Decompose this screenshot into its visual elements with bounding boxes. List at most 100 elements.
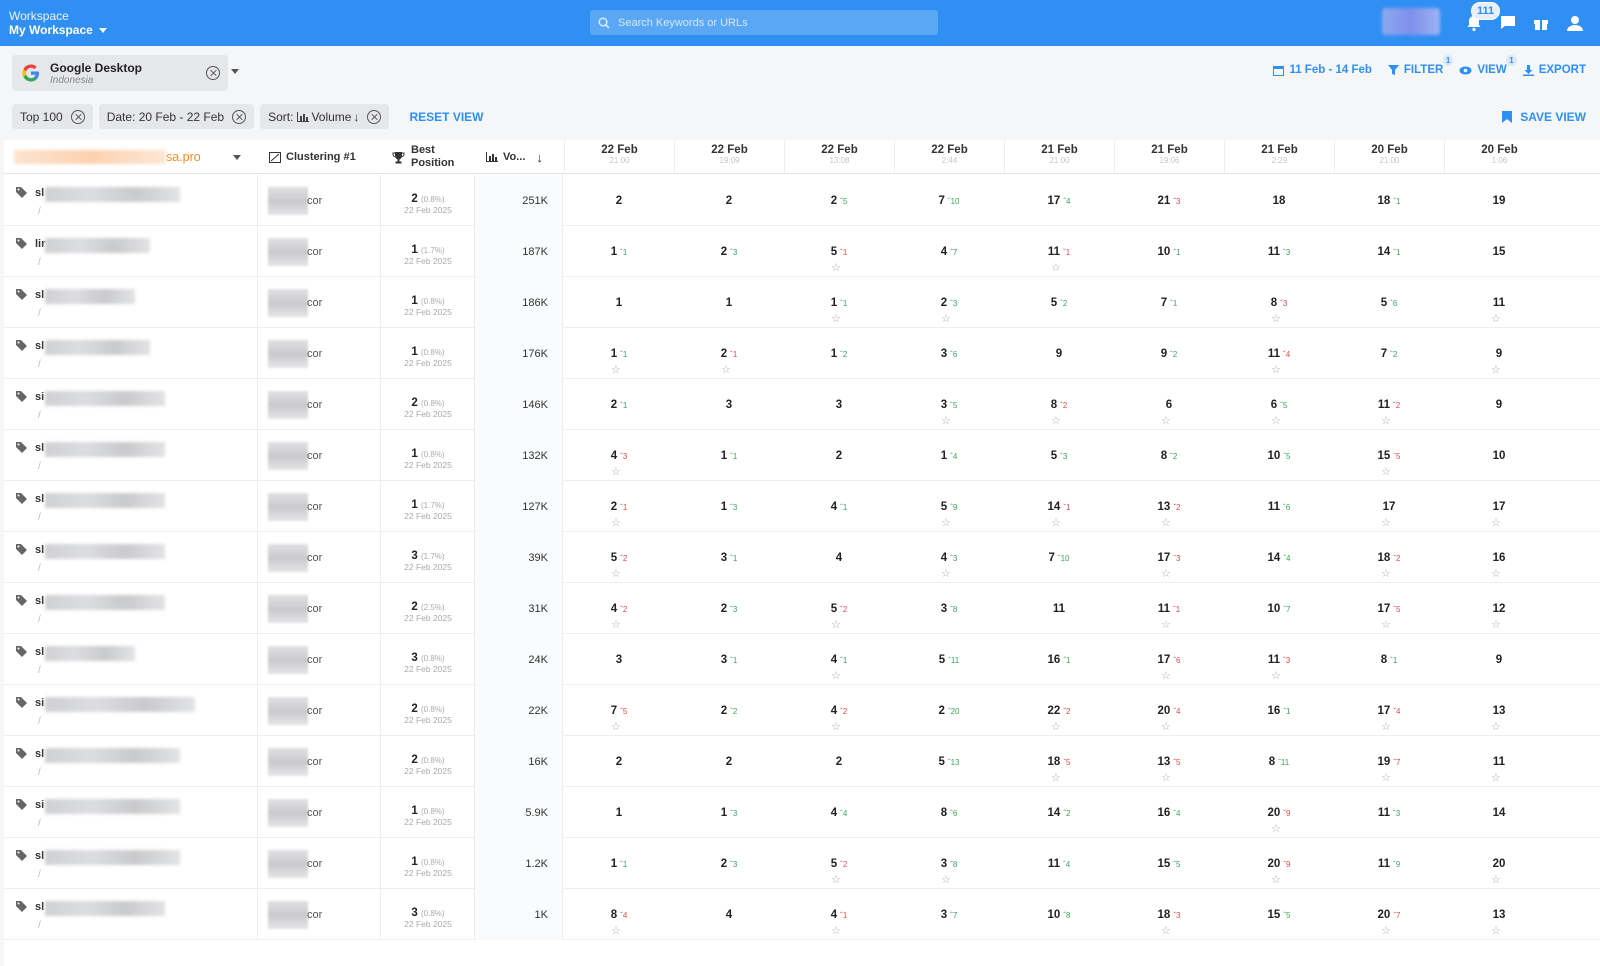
chat-icon[interactable] bbox=[1498, 13, 1518, 33]
position-cell[interactable]: 15 ˆ5 bbox=[1114, 838, 1224, 889]
position-cell[interactable]: 13 ☆ bbox=[1444, 685, 1554, 736]
position-cell[interactable]: 11 ˆ4 bbox=[1004, 838, 1114, 889]
position-cell[interactable]: 5 ˇ2 ☆ bbox=[564, 532, 674, 583]
star-icon[interactable]: ☆ bbox=[1051, 720, 1061, 733]
position-cell[interactable]: 5 ˆ2 bbox=[1004, 277, 1114, 328]
position-cell[interactable]: 18 ˇ2 ☆ bbox=[1334, 532, 1444, 583]
tag-icon[interactable] bbox=[16, 697, 27, 708]
star-icon[interactable]: ☆ bbox=[1491, 771, 1501, 784]
position-cell[interactable]: 20 ˇ7 ☆ bbox=[1334, 889, 1444, 940]
keyword-cell[interactable]: sl / bbox=[4, 175, 258, 226]
star-icon[interactable]: ☆ bbox=[1271, 822, 1281, 835]
position-cell[interactable]: 13 ☆ bbox=[1444, 889, 1554, 940]
star-icon[interactable]: ☆ bbox=[1381, 414, 1391, 427]
position-cell[interactable]: 4 ˆ4 bbox=[784, 787, 894, 838]
keyword-cell[interactable]: sl / bbox=[4, 838, 258, 889]
search-input[interactable] bbox=[618, 16, 918, 29]
position-cell[interactable]: 3 bbox=[784, 379, 894, 430]
position-cell[interactable]: 1 bbox=[564, 277, 674, 328]
reset-view-button[interactable]: RESET VIEW bbox=[409, 110, 483, 124]
position-cell[interactable]: 2 ˇ1 ☆ bbox=[564, 481, 674, 532]
position-cell[interactable]: 1 ˆ2 bbox=[784, 328, 894, 379]
table-row[interactable]: sl / cor 2 (0.8%) 22 Feb 2025 251K 2 2 2… bbox=[4, 175, 1600, 226]
position-cell[interactable]: 2 bbox=[784, 736, 894, 787]
position-cell[interactable]: 16 ☆ bbox=[1444, 532, 1554, 583]
search-engine-selector[interactable]: Google Desktop Indonesia bbox=[12, 55, 228, 91]
table-row[interactable]: sl / cor 1 (0.8%) 22 Feb 2025 176K 1 ˆ1 ☆ … bbox=[4, 328, 1600, 379]
export-button[interactable]: EXPORT bbox=[1522, 64, 1586, 76]
star-icon[interactable]: ☆ bbox=[1051, 414, 1061, 427]
star-icon[interactable]: ☆ bbox=[1271, 363, 1281, 376]
chip-sort[interactable]: Sort: Volume ↓ bbox=[260, 104, 390, 129]
date-column-header[interactable]: 20 Feb 21:00 bbox=[1334, 140, 1444, 174]
position-cell[interactable]: 6 ☆ bbox=[1114, 379, 1224, 430]
position-cell[interactable]: 14 ˆ2 bbox=[1004, 787, 1114, 838]
table-row[interactable]: si / cor 1 (0.8%) 22 Feb 2025 5.9K 1 1 ˆ3… bbox=[4, 787, 1600, 838]
star-icon[interactable]: ☆ bbox=[1381, 567, 1391, 580]
chip-date[interactable]: Date: 20 Feb - 22 Feb bbox=[98, 104, 255, 129]
position-cell[interactable]: 4 ˆ1 bbox=[784, 481, 894, 532]
workspace-switcher[interactable]: Workspace My Workspace bbox=[9, 9, 107, 37]
position-cell[interactable]: 2 bbox=[564, 736, 674, 787]
star-icon[interactable]: ☆ bbox=[831, 669, 841, 682]
tag-icon[interactable] bbox=[16, 289, 27, 300]
table-row[interactable]: sl / cor 1 (0.8%) 22 Feb 2025 186K 1 1 1… bbox=[4, 277, 1600, 328]
keyword-cell[interactable]: si / bbox=[4, 787, 258, 838]
position-cell[interactable]: 10 bbox=[1444, 430, 1554, 481]
position-cell[interactable]: 19 ˇ7 ☆ bbox=[1334, 736, 1444, 787]
star-icon[interactable]: ☆ bbox=[1161, 618, 1171, 631]
search-box[interactable] bbox=[590, 10, 938, 35]
table-row[interactable]: sl / cor 3 (0.8%) 22 Feb 2025 1K 8 ˇ4 ☆ 4 … bbox=[4, 889, 1600, 940]
date-column-header[interactable]: 21 Feb 21:00 bbox=[1004, 140, 1114, 174]
position-cell[interactable]: 2 ˆ3 bbox=[674, 226, 784, 277]
position-cell[interactable]: 16 ˆ1 bbox=[1224, 685, 1334, 736]
position-cell[interactable]: 3 ˆ8 ☆ bbox=[894, 838, 1004, 889]
star-icon[interactable]: ☆ bbox=[1161, 720, 1171, 733]
position-cell[interactable]: 5 ˆ6 bbox=[1334, 277, 1444, 328]
position-cell[interactable]: 2 ˆ5 bbox=[784, 175, 894, 226]
star-icon[interactable]: ☆ bbox=[1381, 720, 1391, 733]
date-column-header[interactable]: 22 Feb 13:08 bbox=[784, 140, 894, 174]
star-icon[interactable]: ☆ bbox=[1491, 924, 1501, 937]
position-cell[interactable]: 11 bbox=[1004, 583, 1114, 634]
position-cell[interactable]: 3 bbox=[674, 379, 784, 430]
star-icon[interactable]: ☆ bbox=[1381, 465, 1391, 478]
position-cell[interactable]: 1 bbox=[674, 277, 784, 328]
position-cell[interactable]: 11 ˆ9 bbox=[1334, 838, 1444, 889]
position-cell[interactable]: 13 ˇ5 ☆ bbox=[1114, 736, 1224, 787]
star-icon[interactable]: ☆ bbox=[611, 516, 621, 529]
blurred-account[interactable] bbox=[1382, 8, 1440, 35]
position-cell[interactable]: 1 ˆ1 bbox=[564, 226, 674, 277]
position-cell[interactable]: 7 ˆ1 bbox=[1114, 277, 1224, 328]
position-cell[interactable]: 7 ˆ10 bbox=[894, 175, 1004, 226]
date-column-header[interactable]: 22 Feb 19:09 bbox=[674, 140, 784, 174]
position-cell[interactable]: 8 ˆ1 bbox=[1334, 634, 1444, 685]
position-cell[interactable]: 7 ˆ2 bbox=[1334, 328, 1444, 379]
keyword-cell[interactable]: sl / bbox=[4, 328, 258, 379]
position-cell[interactable]: 17 ☆ bbox=[1444, 481, 1554, 532]
tag-icon[interactable] bbox=[16, 799, 27, 810]
keyword-cell[interactable]: sl / bbox=[4, 736, 258, 787]
star-icon[interactable]: ☆ bbox=[1161, 414, 1171, 427]
position-cell[interactable]: 3 ˆ1 bbox=[674, 532, 784, 583]
star-icon[interactable]: ☆ bbox=[1491, 873, 1501, 886]
position-cell[interactable]: 5 ˇ2 ☆ bbox=[784, 583, 894, 634]
position-cell[interactable]: 11 ☆ bbox=[1444, 277, 1554, 328]
gift-icon[interactable] bbox=[1531, 13, 1551, 33]
date-column-header[interactable]: 22 Feb 21:00 bbox=[564, 140, 674, 174]
position-cell[interactable]: 1 ˆ1 bbox=[564, 838, 674, 889]
star-icon[interactable]: ☆ bbox=[1491, 720, 1501, 733]
position-cell[interactable]: 8 ˆ6 bbox=[894, 787, 1004, 838]
clear-engine-icon[interactable] bbox=[206, 66, 220, 80]
keyword-cell[interactable]: sl / bbox=[4, 532, 258, 583]
position-cell[interactable]: 4 ˇ2 ☆ bbox=[564, 583, 674, 634]
position-cell[interactable]: 2 bbox=[564, 175, 674, 226]
view-button[interactable]: VIEW 1 bbox=[1459, 55, 1517, 76]
position-cell[interactable]: 5 ˆ9 ☆ bbox=[894, 481, 1004, 532]
position-cell[interactable]: 8 ˆ11 bbox=[1224, 736, 1334, 787]
chip-top-100[interactable]: Top 100 bbox=[12, 104, 93, 129]
keyword-cell[interactable]: sl / bbox=[4, 889, 258, 940]
position-cell[interactable]: 8 ˆ2 bbox=[1114, 430, 1224, 481]
keyword-cell[interactable]: sl / bbox=[4, 277, 258, 328]
position-cell[interactable]: 16 ˆ1 bbox=[1004, 634, 1114, 685]
